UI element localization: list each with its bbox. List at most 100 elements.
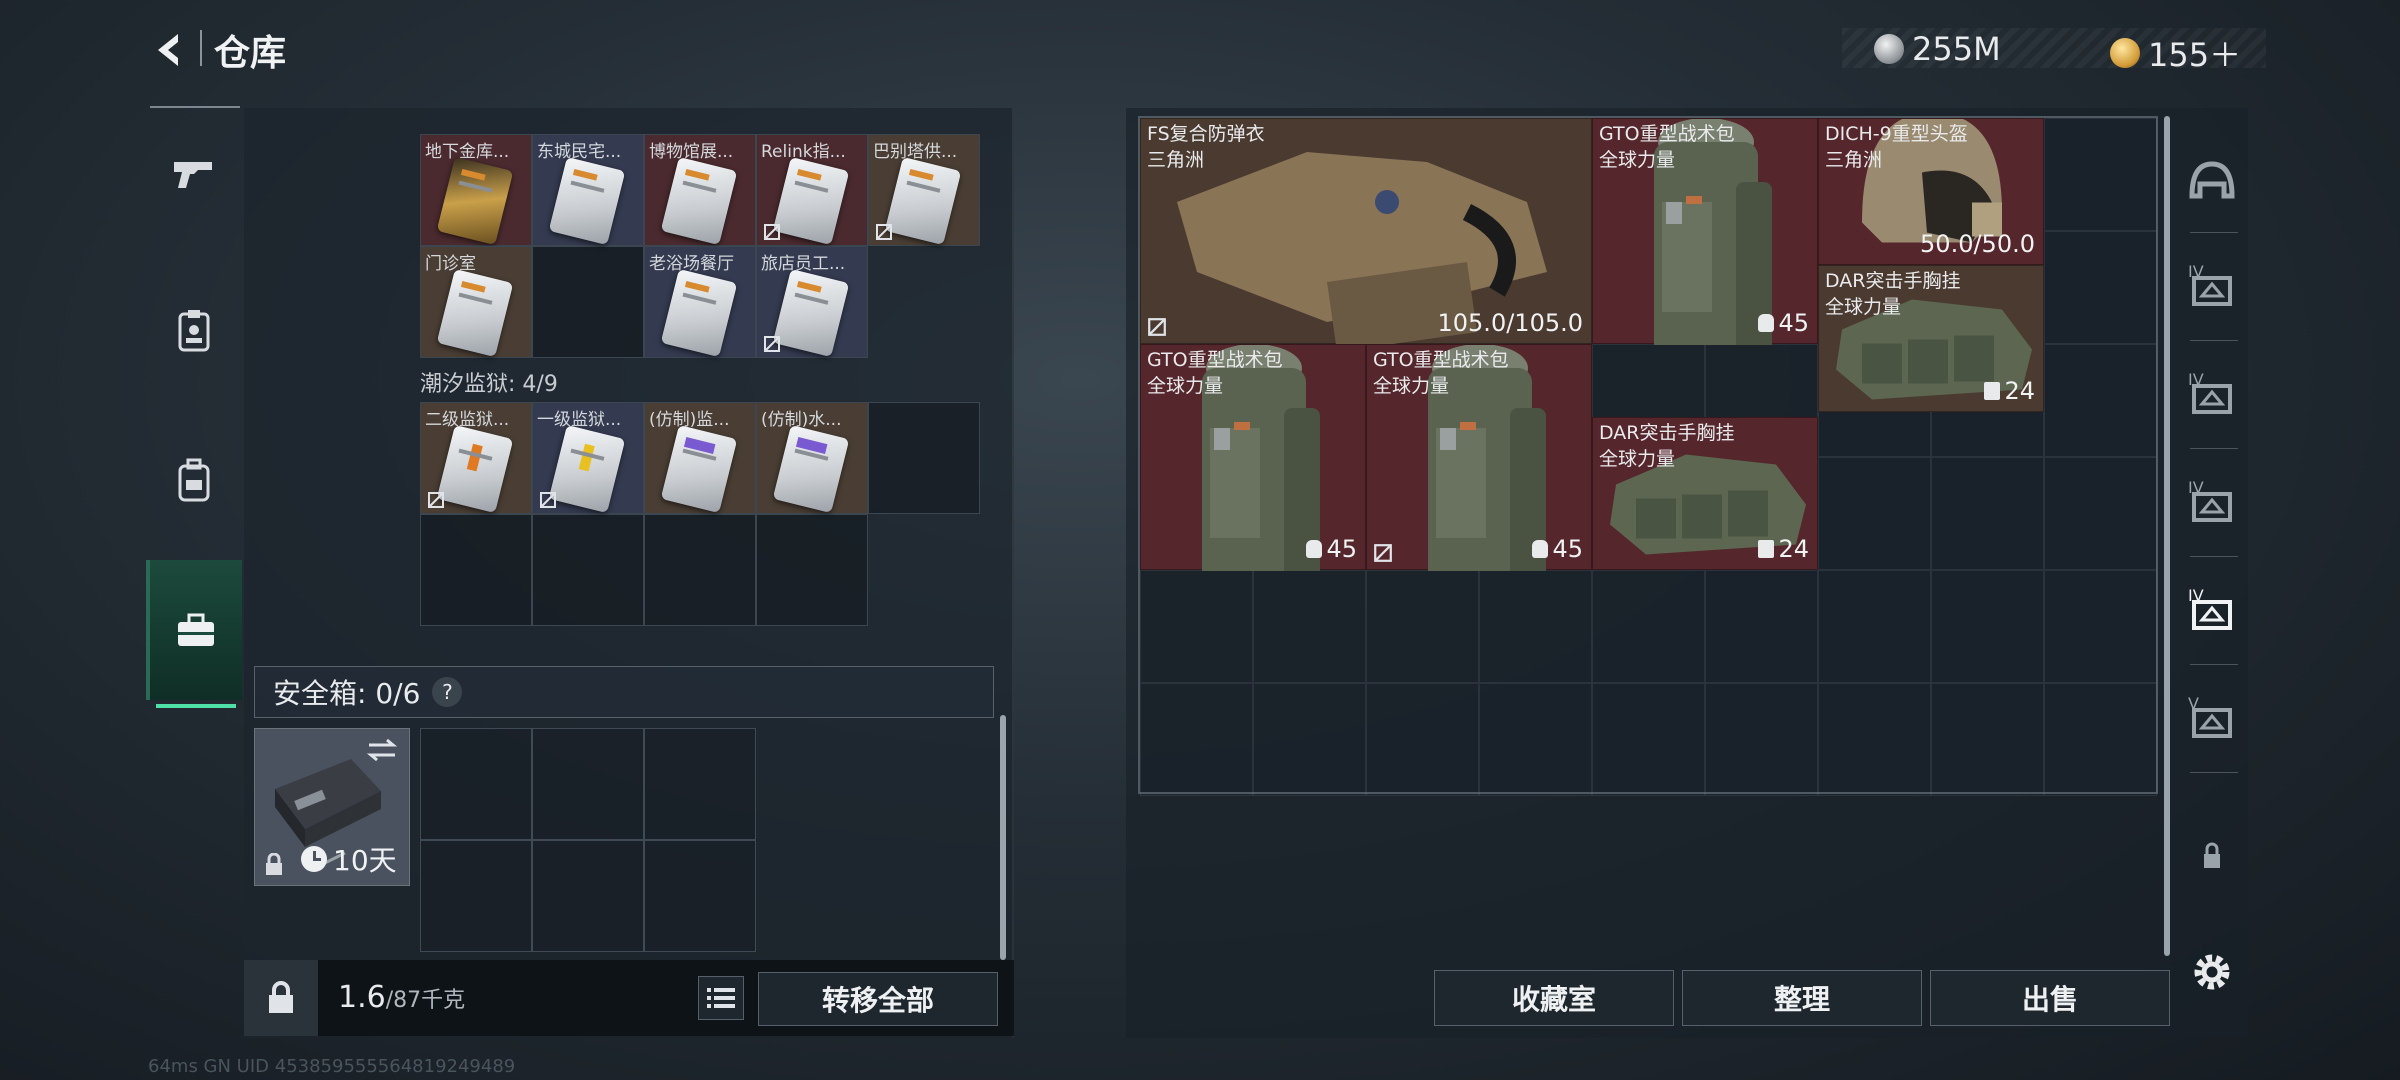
stash-item-rig[interactable]: DAR突击手胸挂 全球力量 24 [1818, 265, 2044, 412]
keycard-item[interactable]: 巴别塔供... [868, 134, 980, 246]
stash-slot[interactable] [1479, 570, 1592, 683]
weight-current: 1.6 [338, 980, 386, 1015]
stash-slot[interactable] [1592, 683, 1705, 796]
currency-gold[interactable]: 155＋ [2110, 30, 2241, 76]
helmet-icon [2189, 161, 2235, 199]
stash-slot[interactable] [1253, 683, 1366, 796]
keycard-item[interactable]: 地下金库... [420, 134, 532, 246]
right-nav-item[interactable]: IV [2176, 344, 2248, 452]
keycard-item[interactable]: 二级监狱... [420, 402, 532, 514]
stash-item-vest[interactable]: FS复合防弹衣 三角洲 105.0/105.0 [1140, 118, 1592, 345]
stash-slot[interactable] [2044, 457, 2157, 570]
right-nav-item[interactable]: IV [2176, 452, 2248, 560]
stash-slot[interactable] [1931, 570, 2044, 683]
nav-backpack[interactable] [146, 410, 242, 550]
stash-slot[interactable] [1818, 457, 1931, 570]
item-value: 45 [1758, 309, 1809, 337]
stash-slot[interactable] [1931, 683, 2044, 796]
keycard-item[interactable]: 老浴场餐厅 [644, 246, 756, 358]
item-name: GTO重型战术包 [1373, 349, 1509, 371]
stash-slot[interactable] [1818, 570, 1931, 683]
safebox-slot[interactable] [532, 728, 644, 840]
keycard-name: 老浴场餐厅 [649, 254, 734, 274]
stash-slot[interactable] [2044, 118, 2157, 231]
right-nav-item[interactable]: IV [2176, 236, 2248, 344]
lock-button[interactable] [244, 960, 318, 1036]
stash-item-rig[interactable]: DAR突击手胸挂 全球力量 24 [1592, 417, 1818, 570]
keycard-item[interactable]: 旅店员工... [756, 246, 868, 358]
grid-slot[interactable] [868, 402, 980, 514]
keycard-item[interactable]: 博物馆展... [644, 134, 756, 246]
nav-cards[interactable] [146, 260, 242, 400]
swap-icon[interactable] [365, 737, 399, 763]
stash-slot[interactable] [2044, 344, 2157, 457]
right-nav-item[interactable]: IV [2176, 560, 2248, 668]
top-bar: 仓库 255M 155＋ [0, 0, 2400, 100]
item-faction: 全球力量 [1599, 149, 1676, 171]
item-value-text: 105.0/105.0 [1437, 309, 1584, 337]
keycard-name: 旅店员工... [761, 254, 846, 274]
stash-slot[interactable] [1366, 570, 1479, 683]
left-scrollbar[interactable] [1000, 715, 1006, 960]
keycard-item[interactable]: Relink指... [756, 134, 868, 246]
keycard-item[interactable]: 东城民宅... [532, 134, 644, 246]
right-nav-item[interactable]: V [2176, 668, 2248, 776]
nav-storage[interactable] [146, 560, 242, 708]
stash-slot[interactable] [1592, 570, 1705, 683]
stash-scrollbar[interactable] [2164, 116, 2170, 956]
stash-slot[interactable] [2044, 570, 2157, 683]
safebox-slot[interactable] [532, 840, 644, 952]
safebox-slot[interactable] [644, 728, 756, 840]
safebox-slot[interactable] [420, 840, 532, 952]
item-faction: 三角洲 [1825, 149, 1883, 171]
right-nav-item[interactable] [2176, 802, 2248, 910]
stash-slot[interactable] [1931, 457, 2044, 570]
stash-slot[interactable] [1253, 570, 1366, 683]
grid-slot[interactable] [420, 514, 532, 626]
back-arrow-icon[interactable] [148, 28, 192, 72]
keycard-item[interactable]: 门诊室 [420, 246, 532, 358]
nav-weapons[interactable] [146, 104, 242, 244]
stash-item-backpack[interactable]: GTO重型战术包 全球力量 45 [1592, 118, 1818, 345]
keycard-item[interactable]: (仿制)水... [756, 402, 868, 514]
clock-icon [301, 846, 327, 872]
organize-button[interactable]: 整理 [1682, 970, 1922, 1026]
stash-slot[interactable] [2044, 683, 2157, 796]
stash-item-backpack[interactable]: GTO重型战术包 全球力量 45 [1140, 344, 1366, 571]
safebox-case[interactable]: 10天 [254, 728, 410, 886]
keycard-icon [884, 156, 962, 246]
grid-slot[interactable] [532, 514, 644, 626]
stash-slot[interactable] [1705, 683, 1818, 796]
right-filter-nav: IV IV IV IV V [2176, 108, 2248, 1038]
stash-slot[interactable] [2044, 231, 2157, 344]
grid-slot[interactable] [756, 514, 868, 626]
stash-slot[interactable] [1479, 683, 1592, 796]
sell-button[interactable]: 出售 [1930, 970, 2170, 1026]
transfer-all-button[interactable]: 转移全部 [758, 972, 998, 1026]
safebox-slot[interactable] [644, 840, 756, 952]
vest-icon [1984, 382, 2001, 400]
keycard-item[interactable]: 一级监狱... [532, 402, 644, 514]
currency-silver[interactable]: 255M [1874, 30, 2001, 68]
keycard-item[interactable]: (仿制)监... [644, 402, 756, 514]
safebox-slot[interactable] [420, 728, 532, 840]
duration-text: 10天 [333, 844, 397, 877]
right-nav-item[interactable] [2176, 918, 2248, 1026]
stash-slot[interactable] [1705, 570, 1818, 683]
stash-slot[interactable] [1366, 683, 1479, 796]
grid-slot[interactable] [532, 246, 644, 358]
keycard-name: 博物馆展... [649, 142, 734, 162]
stash-slot[interactable] [1140, 683, 1253, 796]
stash-item-helmet[interactable]: DICH-9重型头盔 三角洲 50.0/50.0 [1818, 118, 2044, 265]
stash-slot[interactable] [1140, 570, 1253, 683]
list-view-button[interactable] [698, 976, 744, 1020]
stash-item-backpack[interactable]: GTO重型战术包 全球力量 45 [1366, 344, 1592, 571]
help-icon[interactable]: ? [432, 677, 463, 707]
title-separator [200, 30, 202, 66]
collection-room-button[interactable]: 收藏室 [1434, 970, 1674, 1026]
item-value-text: 45 [1778, 309, 1809, 337]
right-nav-item[interactable] [2176, 128, 2248, 236]
right-nav-divider [2190, 232, 2238, 233]
stash-slot[interactable] [1818, 683, 1931, 796]
grid-slot[interactable] [644, 514, 756, 626]
